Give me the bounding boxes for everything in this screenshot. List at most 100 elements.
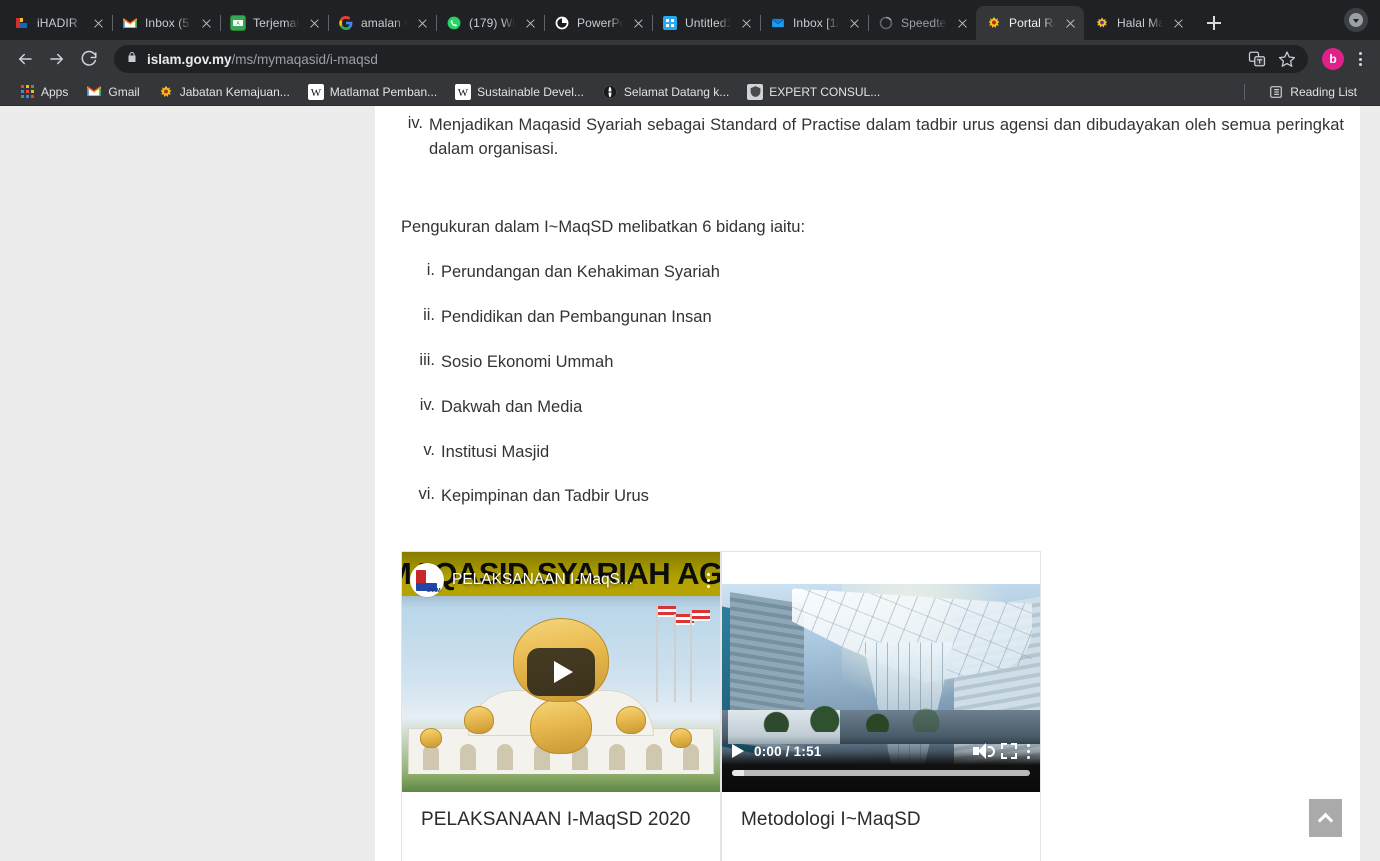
loading-icon bbox=[878, 15, 894, 31]
shield-icon bbox=[747, 83, 764, 100]
bookmark-apps[interactable]: Apps bbox=[10, 81, 77, 103]
video-card-grid: MAQASID SYARIAH AGENDA NEGARA JAKIM PELA… bbox=[401, 551, 1344, 861]
video-progress-bar[interactable] bbox=[732, 770, 1030, 777]
intro-list-item: iv. Menjadikan Maqasid Syariah sebagai S… bbox=[389, 114, 1344, 162]
wikipedia-icon: W bbox=[455, 83, 472, 100]
jata-negara-icon bbox=[986, 15, 1002, 31]
colab-icon bbox=[662, 15, 678, 31]
volume-icon[interactable] bbox=[972, 743, 995, 760]
chevron-up-icon bbox=[1317, 812, 1334, 828]
list-item-text: Menjadikan Maqasid Syariah sebagai Stand… bbox=[429, 116, 1344, 158]
bookmark-expert-consul[interactable]: EXPERT CONSUL... bbox=[738, 81, 889, 103]
close-icon[interactable] bbox=[954, 15, 970, 31]
ihadir-icon bbox=[14, 15, 30, 31]
svg-text:W: W bbox=[458, 87, 469, 99]
close-icon[interactable] bbox=[414, 15, 430, 31]
mail-icon bbox=[770, 15, 786, 31]
close-icon[interactable] bbox=[1062, 15, 1078, 31]
browser-tab-powerpoint[interactable]: PowerPoi bbox=[544, 6, 653, 40]
video-palms bbox=[750, 694, 970, 733]
reading-list-button[interactable]: Reading List bbox=[1259, 81, 1366, 103]
tab-title: Portal Ras bbox=[1009, 16, 1055, 30]
bookmark-matlamat-pembangunan[interactable]: W Matlamat Pemban... bbox=[299, 81, 446, 103]
list-item: vi. Kepimpinan dan Tadbir Urus bbox=[389, 485, 1344, 509]
reading-list-icon bbox=[1268, 84, 1284, 100]
jata-negara-icon bbox=[158, 84, 174, 100]
tab-title: PowerPoi bbox=[577, 16, 623, 30]
tab-title: Terjemah bbox=[253, 16, 299, 30]
video-frame: 0:00 / 1:51 bbox=[722, 584, 1040, 793]
browser-tab-inbox-mail[interactable]: Inbox [1/1 bbox=[760, 6, 869, 40]
reload-button[interactable] bbox=[74, 44, 104, 74]
page-left-gutter bbox=[0, 106, 375, 861]
list-marker: iv. bbox=[419, 395, 435, 414]
close-icon[interactable] bbox=[522, 15, 538, 31]
kebab-menu-icon[interactable] bbox=[1350, 49, 1370, 69]
browser-tab-inbox-gmail[interactable]: Inbox (53 bbox=[112, 6, 221, 40]
browser-tab-speedtest[interactable]: Speedtes bbox=[868, 6, 977, 40]
close-icon[interactable] bbox=[198, 15, 214, 31]
kebab-menu-icon[interactable] bbox=[1026, 743, 1030, 760]
bookmark-label: Gmail bbox=[108, 84, 140, 99]
back-button[interactable] bbox=[10, 44, 40, 74]
close-icon[interactable] bbox=[1170, 15, 1186, 31]
reading-list-label: Reading List bbox=[1290, 84, 1357, 99]
bookmark-label: Selamat Datang k... bbox=[623, 84, 730, 99]
bookmark-label: Apps bbox=[41, 84, 69, 99]
play-button[interactable] bbox=[732, 744, 744, 759]
close-icon[interactable] bbox=[846, 15, 862, 31]
video-card-metodologi[interactable]: 0:00 / 1:51 Metodologi I~MaqSD bbox=[721, 551, 1041, 861]
page-right-gutter bbox=[1360, 106, 1380, 861]
youtube-video-title[interactable]: PELAKSANAAN I-MaqS... bbox=[452, 571, 699, 589]
browser-toolbar: islam.gov.my/ms/mymaqasid/i-maqsd b bbox=[0, 40, 1380, 78]
tab-title: Halal Mal bbox=[1117, 16, 1163, 30]
close-icon[interactable] bbox=[630, 15, 646, 31]
tab-title: Inbox [1/1 bbox=[793, 16, 839, 30]
bookmark-label: Jabatan Kemajuan... bbox=[179, 84, 290, 99]
wikipedia-icon: W bbox=[307, 83, 324, 100]
tab-title: (179) Wha bbox=[469, 16, 515, 30]
globe-icon bbox=[602, 84, 618, 100]
video-time-display: 0:00 / 1:51 bbox=[754, 743, 822, 759]
profile-avatar[interactable]: b bbox=[1318, 44, 1348, 74]
list-marker: vi. bbox=[418, 485, 436, 504]
list-item-text: Perundangan dan Kehakiman Syariah bbox=[441, 262, 720, 281]
new-tab-button[interactable] bbox=[1200, 9, 1228, 37]
browser-tab-ihadir[interactable]: iHADIR - bbox=[4, 6, 113, 40]
bookmark-selamat-datang[interactable]: Selamat Datang k... bbox=[593, 81, 738, 103]
bookmark-gmail[interactable]: Gmail bbox=[77, 81, 148, 103]
browser-tab-halal-malaysia[interactable]: Halal Mal bbox=[1084, 6, 1192, 40]
browser-tab-portal-rasmi[interactable]: Portal Ras bbox=[976, 6, 1084, 40]
translate-icon[interactable] bbox=[1248, 50, 1266, 68]
tab-title: iHADIR - bbox=[37, 16, 83, 30]
video-card-pelaksanaan[interactable]: MAQASID SYARIAH AGENDA NEGARA JAKIM PELA… bbox=[401, 551, 721, 861]
browser-tab-terjemah[interactable]: A Terjemah bbox=[220, 6, 329, 40]
bookmark-sustainable-development[interactable]: W Sustainable Devel... bbox=[446, 81, 593, 103]
close-icon[interactable] bbox=[90, 15, 106, 31]
bookmark-jabatan-kemajuan[interactable]: Jabatan Kemajuan... bbox=[149, 81, 299, 103]
star-icon[interactable] bbox=[1278, 50, 1296, 68]
forward-button[interactable] bbox=[42, 44, 72, 74]
browser-tab-amalan[interactable]: amalan se bbox=[328, 6, 437, 40]
play-button[interactable] bbox=[527, 648, 595, 697]
bookmark-label: Matlamat Pemban... bbox=[329, 84, 438, 99]
address-bar-url: islam.gov.my/ms/mymaqasid/i-maqsd bbox=[147, 52, 378, 67]
list-marker: iv. bbox=[407, 114, 423, 132]
address-bar[interactable]: islam.gov.my/ms/mymaqasid/i-maqsd bbox=[114, 45, 1308, 73]
halal-icon bbox=[1094, 15, 1110, 31]
list-marker: iii. bbox=[419, 350, 435, 369]
html5-video-player[interactable]: 0:00 / 1:51 bbox=[722, 552, 1040, 793]
fullscreen-icon[interactable] bbox=[1000, 743, 1017, 760]
youtube-embed[interactable]: MAQASID SYARIAH AGENDA NEGARA JAKIM PELA… bbox=[402, 552, 720, 793]
list-marker: ii. bbox=[423, 305, 435, 324]
kebab-menu-icon[interactable] bbox=[706, 572, 713, 589]
close-icon[interactable] bbox=[306, 15, 322, 31]
svg-text:W: W bbox=[311, 87, 322, 99]
list-item: ii. Pendidikan dan Pembangunan Insan bbox=[389, 306, 1344, 330]
tab-search-button[interactable] bbox=[1344, 8, 1368, 32]
browser-tab-untitled1[interactable]: Untitled1 bbox=[652, 6, 761, 40]
scroll-to-top-button[interactable] bbox=[1309, 799, 1342, 837]
list-item-text: Pendidikan dan Pembangunan Insan bbox=[441, 307, 712, 326]
browser-tab-whatsapp[interactable]: (179) Wha bbox=[436, 6, 545, 40]
close-icon[interactable] bbox=[738, 15, 754, 31]
